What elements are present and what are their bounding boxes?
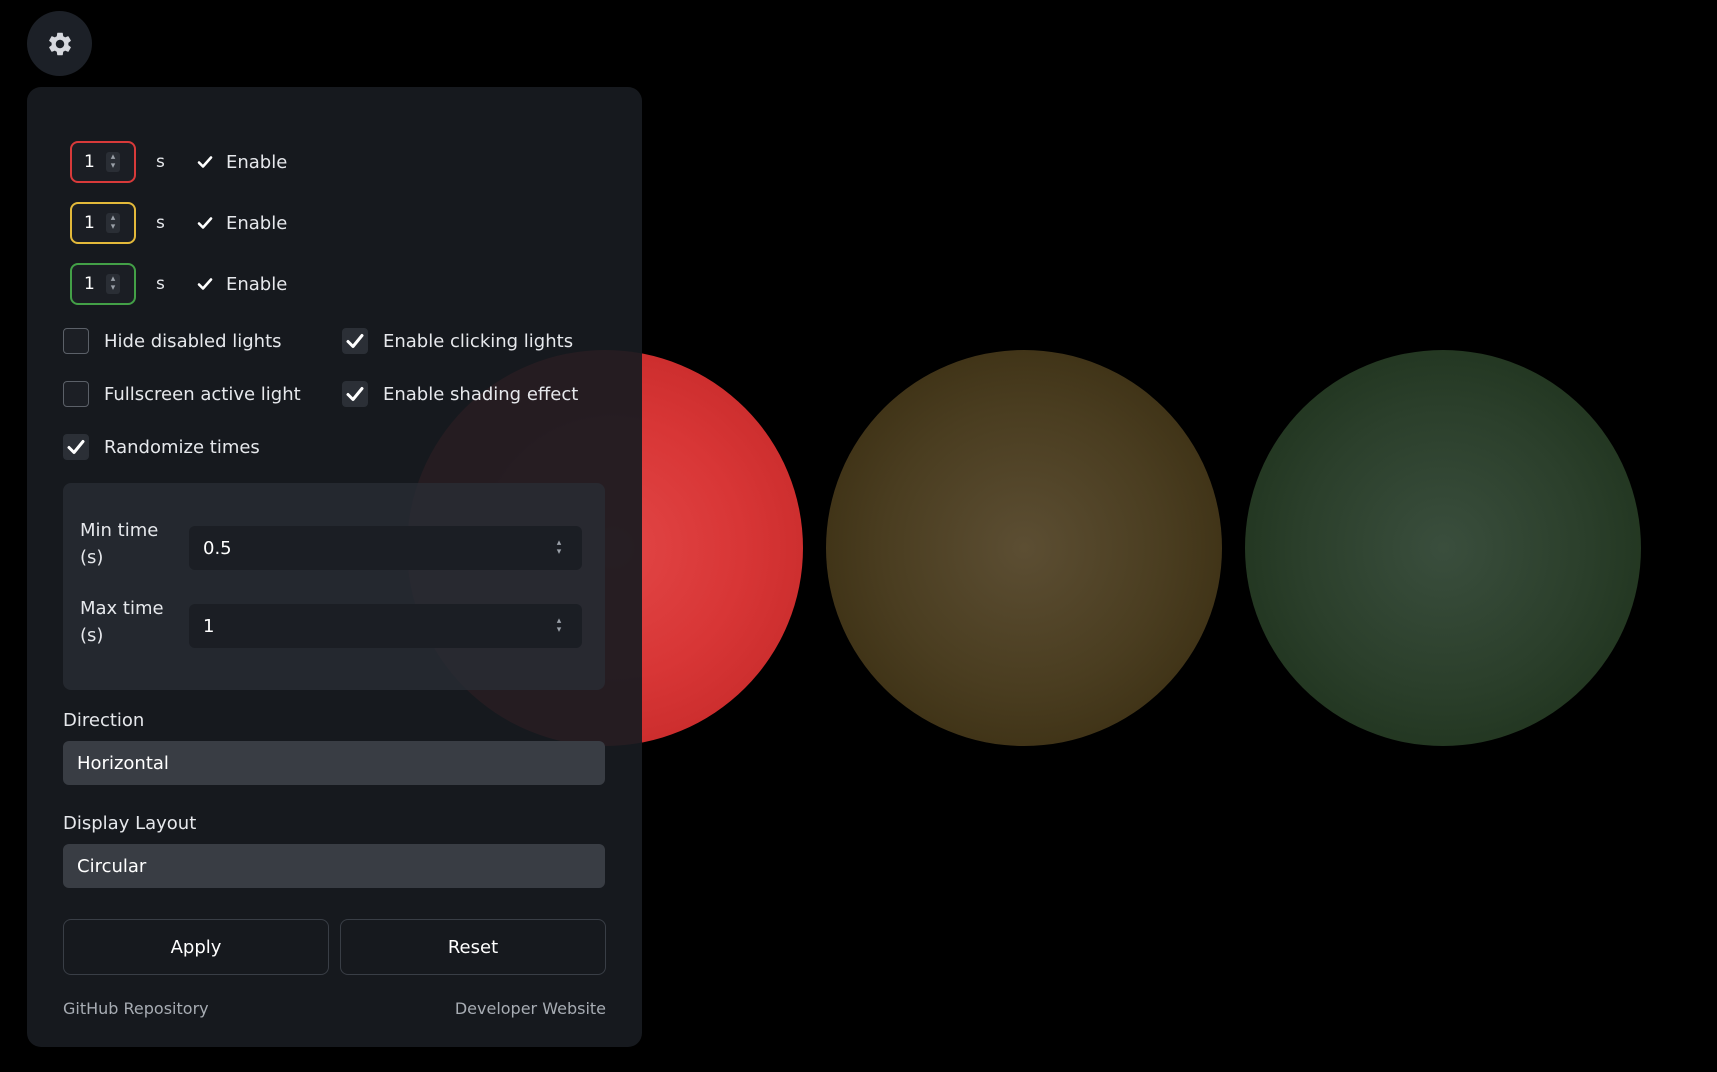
- spinner-icon[interactable]: ▴ ▾: [552, 537, 566, 559]
- min-time-input[interactable]: 0.5 ▴ ▾: [189, 526, 582, 570]
- app-stage: 1 ▴ ▾ s Enable 1 ▴ ▾ s Enable 1 ▴ ▾ s En…: [0, 0, 1717, 1072]
- randomize-section: Min time (s) 0.5 ▴ ▾ Max time (s) 1 ▴ ▾: [63, 483, 605, 690]
- fullscreen-active-checkbox[interactable]: [63, 381, 89, 407]
- check-icon: [346, 387, 364, 401]
- randomize-times-option[interactable]: Randomize times: [63, 433, 260, 461]
- yellow-enable-checkbox[interactable]: [196, 214, 214, 232]
- enable-label: Enable: [226, 212, 288, 234]
- check-icon: [346, 334, 364, 348]
- red-timer-row: 1 ▴ ▾ s Enable: [70, 140, 287, 184]
- settings-button[interactable]: [27, 11, 92, 76]
- spinner-icon[interactable]: ▴ ▾: [106, 152, 120, 172]
- max-time-label: Max time (s): [80, 598, 164, 646]
- hide-disabled-option[interactable]: Hide disabled lights: [63, 327, 282, 355]
- randomize-times-checkbox[interactable]: [63, 434, 89, 460]
- green-timer-row: 1 ▴ ▾ s Enable: [70, 262, 287, 306]
- display-layout-select[interactable]: Circular: [63, 844, 605, 888]
- fullscreen-active-option[interactable]: Fullscreen active light: [63, 380, 301, 408]
- display-layout-label: Display Layout: [63, 813, 197, 834]
- red-duration-input[interactable]: 1 ▴ ▾: [70, 141, 136, 183]
- direction-select[interactable]: Horizontal: [63, 741, 605, 785]
- enable-label: Enable: [226, 273, 288, 295]
- hide-disabled-checkbox[interactable]: [63, 328, 89, 354]
- green-light[interactable]: [1245, 350, 1641, 746]
- spinner-icon[interactable]: ▴ ▾: [106, 213, 120, 233]
- reset-button[interactable]: Reset: [340, 919, 606, 975]
- enable-label: Enable: [226, 151, 288, 173]
- green-duration-input[interactable]: 1 ▴ ▾: [70, 263, 136, 305]
- enable-clicking-option[interactable]: Enable clicking lights: [342, 327, 573, 355]
- check-icon: [197, 217, 213, 229]
- direction-label: Direction: [63, 710, 145, 731]
- enable-clicking-checkbox[interactable]: [342, 328, 368, 354]
- yellow-timer-row: 1 ▴ ▾ s Enable: [70, 201, 287, 245]
- spinner-icon[interactable]: ▴ ▾: [106, 274, 120, 294]
- spinner-icon[interactable]: ▴ ▾: [552, 615, 566, 637]
- github-repository-link[interactable]: GitHub Repository: [63, 999, 209, 1018]
- unit-label: s: [156, 274, 165, 294]
- green-enable-checkbox[interactable]: [196, 275, 214, 293]
- check-icon: [197, 156, 213, 168]
- enable-shading-checkbox[interactable]: [342, 381, 368, 407]
- developer-website-link[interactable]: Developer Website: [455, 999, 606, 1018]
- gear-icon: [48, 32, 71, 55]
- apply-button[interactable]: Apply: [63, 919, 329, 975]
- check-icon: [67, 440, 85, 454]
- unit-label: s: [156, 213, 165, 233]
- unit-label: s: [156, 152, 165, 172]
- settings-panel: 1 ▴ ▾ s Enable 1 ▴ ▾ s Enable 1 ▴ ▾ s En…: [27, 87, 642, 1047]
- min-time-label: Min time (s): [80, 520, 159, 568]
- enable-shading-option[interactable]: Enable shading effect: [342, 380, 578, 408]
- max-time-input[interactable]: 1 ▴ ▾: [189, 604, 582, 648]
- check-icon: [197, 278, 213, 290]
- yellow-duration-input[interactable]: 1 ▴ ▾: [70, 202, 136, 244]
- red-enable-checkbox[interactable]: [196, 153, 214, 171]
- yellow-light[interactable]: [826, 350, 1222, 746]
